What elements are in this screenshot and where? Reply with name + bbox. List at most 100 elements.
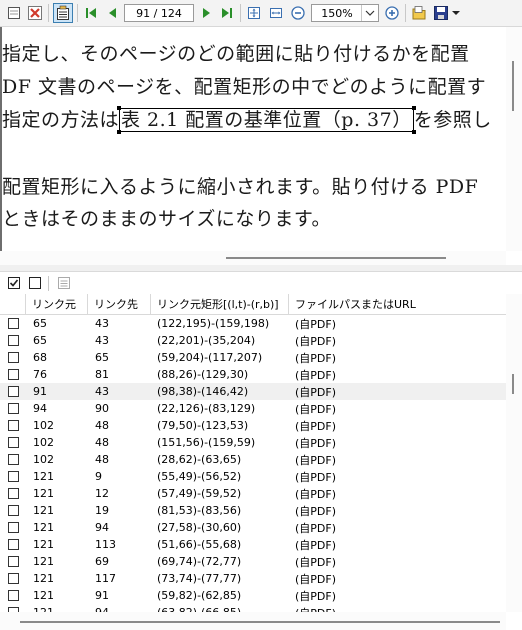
- row-checkbox[interactable]: [8, 352, 19, 363]
- toolbar-separator: [48, 276, 49, 291]
- table-row[interactable]: 102 48 (151,56)-(159,59) (自PDF): [0, 434, 506, 451]
- table-row[interactable]: 121 94 (63,82)-(66,85) (自PDF): [0, 604, 506, 612]
- cell-destination: 94: [95, 521, 109, 534]
- row-checkbox[interactable]: [8, 573, 19, 584]
- table-row[interactable]: 68 65 (59,204)-(117,207) (自PDF): [0, 349, 506, 366]
- cell-source: 121: [33, 521, 54, 534]
- table-row[interactable]: 121 12 (57,49)-(59,52) (自PDF): [0, 485, 506, 502]
- row-checkbox[interactable]: [8, 556, 19, 567]
- delete-icon[interactable]: [26, 3, 44, 23]
- table-row[interactable]: 121 117 (73,74)-(77,77) (自PDF): [0, 570, 506, 587]
- table-row[interactable]: 121 113 (51,66)-(55,68) (自PDF): [0, 536, 506, 553]
- cell-rect: (59,82)-(62,85): [157, 589, 242, 602]
- row-checkbox[interactable]: [8, 454, 19, 465]
- zoom-select[interactable]: 150%: [311, 4, 379, 22]
- zoom-dropdown-icon[interactable]: [361, 5, 378, 21]
- cell-destination: 65: [95, 351, 109, 364]
- cell-path: (自PDF): [295, 385, 337, 399]
- scrollbar-thumb[interactable]: [512, 61, 514, 111]
- row-checkbox[interactable]: [8, 420, 19, 431]
- dropdown-icon[interactable]: [451, 3, 461, 23]
- table-row[interactable]: 65 43 (122,195)-(159,198) (自PDF): [0, 315, 506, 332]
- row-checkbox[interactable]: [8, 522, 19, 533]
- new-link-icon[interactable]: [5, 3, 23, 23]
- checkbox-column-header[interactable]: [0, 294, 26, 314]
- column-header-source[interactable]: リンク元: [26, 294, 88, 314]
- open-icon[interactable]: [410, 3, 428, 23]
- doc-line-5: ときはそのままのサイズになります。: [2, 208, 332, 230]
- table-row[interactable]: 121 94 (27,58)-(30,60) (自PDF): [0, 519, 506, 536]
- row-checkbox[interactable]: [8, 471, 19, 482]
- column-header-rect[interactable]: リンク元矩形[(l,t)-(r,b)]: [151, 294, 289, 314]
- cell-destination: 43: [95, 317, 109, 330]
- table-row[interactable]: 121 19 (81,53)-(83,56) (自PDF): [0, 502, 506, 519]
- row-checkbox[interactable]: [8, 590, 19, 601]
- table-row[interactable]: 121 9 (55,49)-(56,52) (自PDF): [0, 468, 506, 485]
- row-checkbox[interactable]: [8, 437, 19, 448]
- cell-path: (自PDF): [295, 317, 337, 331]
- zoom-out-icon[interactable]: [289, 3, 307, 23]
- table-row[interactable]: 91 43 (98,38)-(146,42) (自PDF): [0, 383, 506, 400]
- row-checkbox[interactable]: [8, 386, 19, 397]
- cell-destination: 113: [95, 538, 116, 551]
- table-row[interactable]: 76 81 (88,26)-(129,30) (自PDF): [0, 366, 506, 383]
- column-header-destination[interactable]: リンク先: [88, 294, 151, 314]
- check-all-icon[interactable]: [6, 275, 22, 291]
- save-icon[interactable]: [432, 3, 450, 23]
- cell-path: (自PDF): [295, 555, 337, 569]
- document-vertical-scrollbar[interactable]: [506, 27, 522, 251]
- doc-line-3-prefix: 指定の方法は: [2, 109, 120, 131]
- resize-handle[interactable]: [117, 130, 122, 134]
- cell-destination: 12: [95, 487, 109, 500]
- uncheck-all-icon[interactable]: [27, 275, 43, 291]
- table-vertical-scrollbar[interactable]: [506, 294, 522, 612]
- row-checkbox[interactable]: [8, 335, 19, 346]
- scrollbar-thumb[interactable]: [20, 621, 500, 623]
- row-checkbox[interactable]: [8, 318, 19, 329]
- prev-page-icon[interactable]: [104, 3, 122, 23]
- cell-rect: (79,50)-(123,53): [157, 419, 249, 432]
- link-list-icon[interactable]: [53, 3, 73, 23]
- cell-destination: 94: [95, 604, 109, 612]
- table-row[interactable]: 94 90 (22,126)-(83,129) (自PDF): [0, 400, 506, 417]
- resize-handle[interactable]: [411, 106, 416, 110]
- fit-width-icon[interactable]: [267, 3, 285, 23]
- cell-destination: 48: [95, 436, 109, 449]
- cell-path: (自PDF): [295, 334, 337, 348]
- next-page-icon[interactable]: [197, 3, 215, 23]
- cell-destination: 43: [95, 334, 109, 347]
- properties-icon[interactable]: [56, 275, 72, 291]
- fit-page-icon[interactable]: [245, 3, 263, 23]
- first-page-icon[interactable]: [82, 3, 100, 23]
- row-checkbox[interactable]: [8, 403, 19, 414]
- last-page-icon[interactable]: [218, 3, 236, 23]
- scrollbar-thumb[interactable]: [512, 374, 514, 394]
- main-toolbar: 91 / 124 150%: [0, 0, 522, 27]
- row-checkbox[interactable]: [8, 505, 19, 516]
- cell-path: (自PDF): [295, 351, 337, 365]
- document-horizontal-scrollbar[interactable]: [0, 251, 506, 265]
- row-checkbox[interactable]: [8, 539, 19, 550]
- resize-handle[interactable]: [411, 130, 416, 134]
- zoom-in-icon[interactable]: [383, 3, 401, 23]
- table-row[interactable]: 121 69 (69,74)-(72,77) (自PDF): [0, 553, 506, 570]
- cell-source: 65: [33, 334, 47, 347]
- page-indicator: 91 / 124: [136, 6, 182, 20]
- table-row[interactable]: 102 48 (79,50)-(123,53) (自PDF): [0, 417, 506, 434]
- cell-path: (自PDF): [295, 470, 337, 484]
- row-checkbox[interactable]: [8, 369, 19, 380]
- table-horizontal-scrollbar[interactable]: [0, 612, 506, 630]
- page-number-field[interactable]: 91 / 124: [124, 4, 194, 22]
- selected-link-rect[interactable]: 表 2.1 配置の基準位置（p. 37）: [117, 106, 416, 134]
- pane-splitter[interactable]: [0, 265, 522, 272]
- document-view[interactable]: 指定し、そのページのどの範囲に貼り付けるかを配置 DF 文書のページを、配置矩形…: [0, 27, 506, 251]
- table-row[interactable]: 102 48 (28,62)-(63,65) (自PDF): [0, 451, 506, 468]
- resize-handle[interactable]: [117, 106, 122, 110]
- cell-path: (自PDF): [295, 453, 337, 467]
- column-header-path[interactable]: ファイルパスまたはURL: [289, 294, 506, 314]
- table-row[interactable]: 121 91 (59,82)-(62,85) (自PDF): [0, 587, 506, 604]
- row-checkbox[interactable]: [8, 488, 19, 499]
- table-row[interactable]: 65 43 (22,201)-(35,204) (自PDF): [0, 332, 506, 349]
- scrollbar-thumb[interactable]: [226, 257, 446, 259]
- cell-source: 102: [33, 419, 54, 432]
